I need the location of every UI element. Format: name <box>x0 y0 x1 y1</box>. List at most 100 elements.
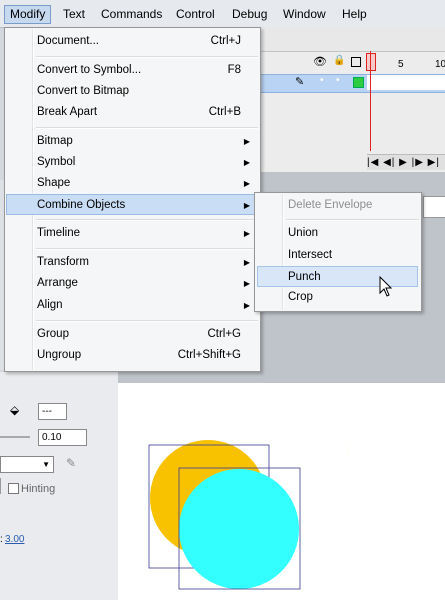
menu-item-label: Timeline <box>37 227 81 239</box>
menu-commands[interactable]: Commands <box>95 6 168 23</box>
miter-value[interactable]: 3.00 <box>5 534 24 545</box>
stage[interactable] <box>118 383 445 600</box>
eyedropper-icon[interactable]: ✎ <box>66 456 76 470</box>
submenu-arrow-icon: ▶ <box>243 279 250 288</box>
menu-separator <box>36 248 258 250</box>
submenu-item-crop[interactable]: Crop <box>257 287 418 308</box>
menu-item-label: Break Apart <box>37 106 98 118</box>
layer-color-icon[interactable] <box>353 77 364 88</box>
menu-item-bitmap[interactable]: Bitmap ▶ <box>6 131 259 152</box>
hinting-label: Hinting <box>21 483 56 495</box>
menu-item-label: Group <box>37 328 69 340</box>
menu-item-symbol[interactable]: Symbol ▶ <box>6 152 259 173</box>
submenu-arrow-icon: ▶ <box>243 137 250 146</box>
zoom-field[interactable] <box>423 196 445 218</box>
menu-item-label: Intersect <box>288 249 333 261</box>
stroke-slider[interactable] <box>0 436 30 438</box>
submenu-item-delete-envelope: Delete Envelope <box>257 195 418 216</box>
stroke-style-field[interactable]: --- <box>38 403 67 420</box>
menu-item-label: Symbol <box>37 156 76 168</box>
stroke-width-field[interactable]: 0.10 <box>38 429 87 446</box>
crescent-shape[interactable] <box>348 403 436 506</box>
menu-separator <box>36 127 258 129</box>
menu-item-label: Ungroup <box>37 349 82 361</box>
menu-item-label: Union <box>288 227 319 239</box>
menu-item-ungroup[interactable]: Ungroup Ctrl+Shift+G <box>6 345 259 366</box>
menu-item-label: Combine Objects <box>37 199 126 211</box>
menu-item-label: Document... <box>37 35 99 47</box>
frame-number: 10 <box>435 59 445 70</box>
menu-text[interactable]: Text <box>57 6 91 23</box>
menu-debug[interactable]: Debug <box>226 6 273 23</box>
menu-item-label: Crop <box>288 291 313 303</box>
divider <box>0 478 1 494</box>
timeline-panel: 👁 🔒 ✎ • • 1 5 10 |◀ ◀| ▶ |▶ ▶| <box>259 27 445 172</box>
miter-prefix: : <box>0 534 3 545</box>
mouse-cursor-icon <box>379 276 393 297</box>
menu-item-shortcut: Ctrl+Shift+G <box>177 349 241 361</box>
menu-item-label: Punch <box>288 271 321 283</box>
menu-item-transform[interactable]: Transform ▶ <box>6 252 259 273</box>
combine-objects-submenu: Delete Envelope Union Intersect Punch Cr… <box>254 192 422 312</box>
submenu-item-union[interactable]: Union <box>257 223 418 244</box>
menu-item-label: Shape <box>37 177 71 189</box>
submenu-item-punch[interactable]: Punch <box>257 266 418 287</box>
playback-controls[interactable]: |◀ ◀| ▶ |▶ ▶| <box>367 154 445 170</box>
playhead-line <box>370 51 371 151</box>
menu-item-label: Transform <box>37 256 89 268</box>
submenu-arrow-icon: ▶ <box>243 179 250 188</box>
menu-item-label: Delete Envelope <box>288 199 373 211</box>
menu-item-combine-objects[interactable]: Combine Objects ▶ <box>6 194 259 215</box>
outline-icon[interactable] <box>351 57 361 67</box>
menu-item-label: Convert to Bitmap <box>37 85 130 97</box>
menu-item-break-apart[interactable]: Break Apart Ctrl+B <box>6 102 259 123</box>
menu-item-shortcut: F8 <box>227 64 241 76</box>
submenu-item-intersect[interactable]: Intersect <box>257 245 418 266</box>
hinting-checkbox[interactable] <box>8 483 19 494</box>
menu-separator <box>286 219 419 221</box>
submenu-arrow-icon: ▶ <box>243 201 250 210</box>
menu-item-label: Align <box>37 299 63 311</box>
submenu-arrow-icon: ▶ <box>243 229 250 238</box>
stage-canvas <box>148 403 436 590</box>
menu-item-group[interactable]: Group Ctrl+G <box>6 324 259 345</box>
visibility-dot-icon[interactable]: • <box>320 75 324 86</box>
submenu-arrow-icon: ▶ <box>243 158 250 167</box>
chevron-down-icon: ▼ <box>42 460 50 469</box>
menu-window[interactable]: Window <box>277 6 332 23</box>
menu-item-arrange[interactable]: Arrange ▶ <box>6 273 259 294</box>
menu-control[interactable]: Control <box>170 6 221 23</box>
menu-separator <box>36 320 258 322</box>
menu-help[interactable]: Help <box>336 6 373 23</box>
menu-item-shortcut: Ctrl+J <box>210 35 241 47</box>
cyan-circle[interactable] <box>179 469 299 589</box>
menu-item-shortcut: Ctrl+G <box>207 328 241 340</box>
frame-number: 5 <box>398 59 404 70</box>
submenu-arrow-icon: ▶ <box>243 301 250 310</box>
menu-separator <box>36 219 258 221</box>
scale-dropdown[interactable]: ▼ <box>0 456 54 473</box>
submenu-arrow-icon: ▶ <box>243 258 250 267</box>
menu-item-convert-to-bitmap[interactable]: Convert to Bitmap <box>6 81 259 102</box>
lock-icon[interactable]: 🔒 <box>333 55 345 66</box>
properties-panel: ⬙ --- 0.10 ▼ ✎ Hinting : 3.00 <box>0 372 118 600</box>
menu-modify[interactable]: Modify <box>4 5 52 24</box>
menu-item-document[interactable]: Document... Ctrl+J <box>6 31 259 52</box>
menu-item-convert-to-symbol[interactable]: Convert to Symbol... F8 <box>6 60 259 81</box>
menu-item-timeline[interactable]: Timeline ▶ <box>6 223 259 244</box>
menu-item-label: Bitmap <box>37 135 73 147</box>
menu-item-align[interactable]: Align ▶ <box>6 295 259 316</box>
paint-bucket-icon: ⬙ <box>10 403 20 417</box>
pencil-icon: ✎ <box>295 76 305 88</box>
menu-bar: Modify Text Commands Control Debug Windo… <box>0 0 445 28</box>
eye-icon[interactable]: 👁 <box>313 55 327 68</box>
playhead-handle[interactable] <box>366 53 376 71</box>
menu-item-shortcut: Ctrl+B <box>208 106 241 118</box>
menu-item-label: Convert to Symbol... <box>37 64 142 76</box>
frame-cells[interactable] <box>367 75 445 90</box>
menu-item-shape[interactable]: Shape ▶ <box>6 173 259 194</box>
timeline-header <box>259 27 445 52</box>
menu-item-label: Arrange <box>37 277 78 289</box>
lock-dot-icon[interactable]: • <box>336 75 340 86</box>
modify-menu: Document... Ctrl+J Convert to Symbol... … <box>4 27 261 372</box>
